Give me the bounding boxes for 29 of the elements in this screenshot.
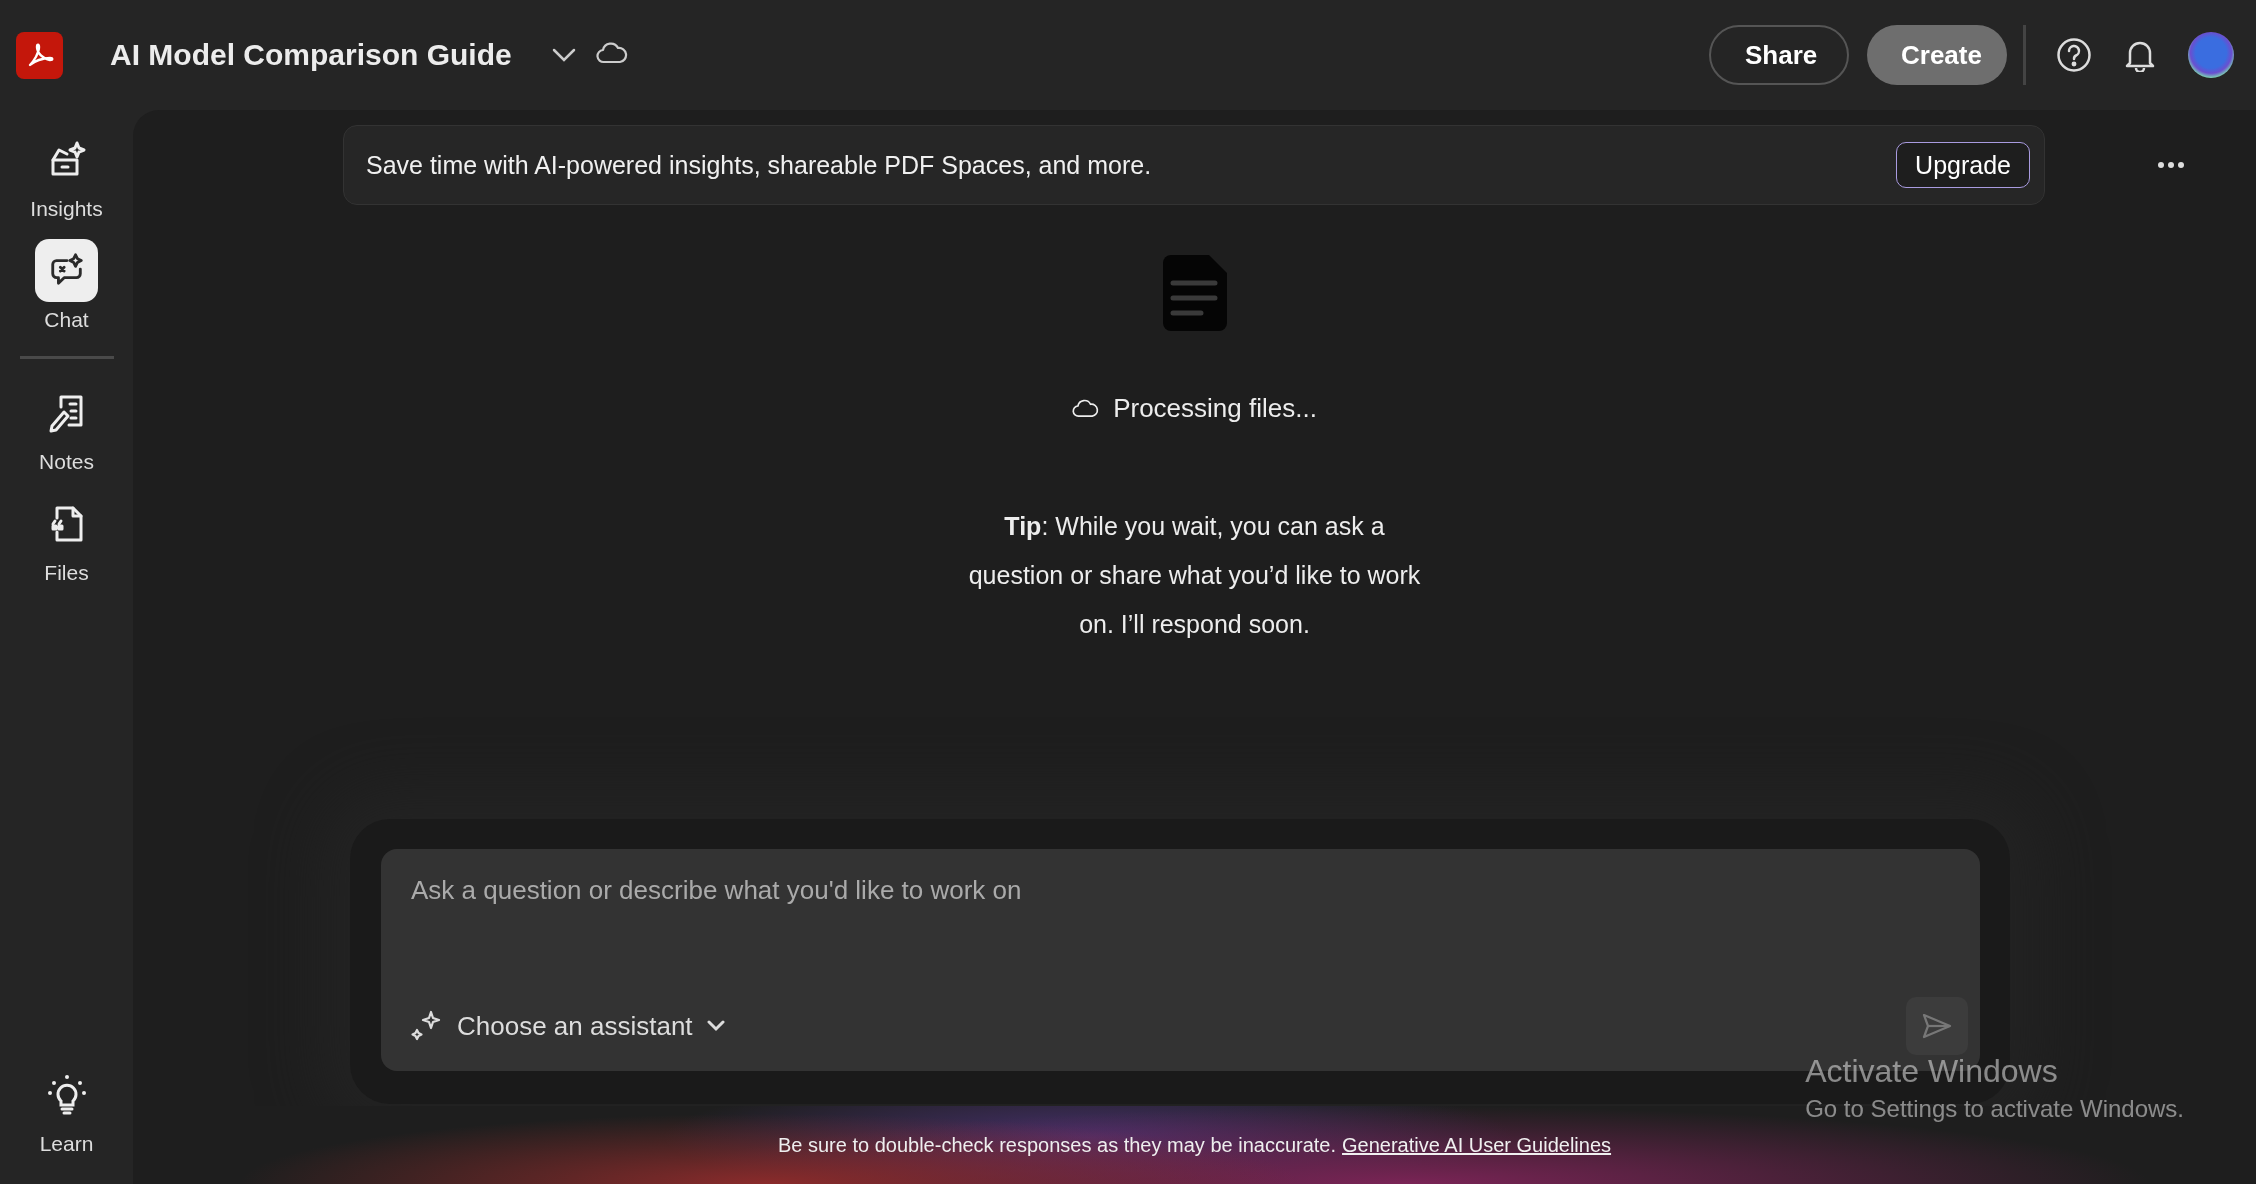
send-icon (1922, 1013, 1952, 1039)
sidebar-item[interactable]: Notes (11, 381, 122, 474)
tip-text: Tip: While you wait, you can ask a question or share what you’d like to work on. I’ll respond soon. (967, 511, 1422, 640)
create-button[interactable]: Create (1867, 25, 2007, 85)
avatar[interactable] (2188, 32, 2234, 78)
sidebar-item[interactable]: Files (11, 492, 122, 585)
sidebar-item[interactable]: Chat (11, 239, 122, 332)
app-logo[interactable] (16, 31, 63, 79)
document-icon (1162, 255, 1227, 331)
chevron-down-icon[interactable] (551, 48, 576, 62)
sidebar-item[interactable]: Learn (11, 1063, 122, 1156)
upgrade-button[interactable]: Upgrade (1896, 142, 2030, 188)
lightbulb-icon (46, 1074, 87, 1115)
cloud-icon (1072, 399, 1100, 418)
sparkle-icon (411, 1010, 443, 1042)
chevron-down-icon (706, 1020, 725, 1032)
guidelines-link[interactable]: Generative AI User Guidelines (1342, 1133, 1612, 1157)
processing-status: Processing files... (1113, 393, 1317, 424)
banner-text: Save time with AI-powered insights, shareable PDF Spaces, and more. (366, 150, 1153, 180)
disclaimer-text: Be sure to double-check responses as they may be inaccurate. (777, 1133, 1337, 1157)
assistant-dropdown[interactable]: Choose an assistant (411, 1010, 725, 1042)
activation-message: Go to Settings to activate Windows. (1805, 1093, 2184, 1124)
more-icon[interactable] (2157, 162, 2184, 168)
share-button[interactable]: Share (1709, 25, 1849, 85)
document-title: AI Model Comparison Guide (110, 38, 512, 72)
sidebar-item[interactable]: Insights (11, 128, 122, 221)
send-button[interactable] (1906, 997, 1968, 1055)
help-icon[interactable] (2056, 37, 2092, 73)
cloud-icon (595, 42, 628, 64)
